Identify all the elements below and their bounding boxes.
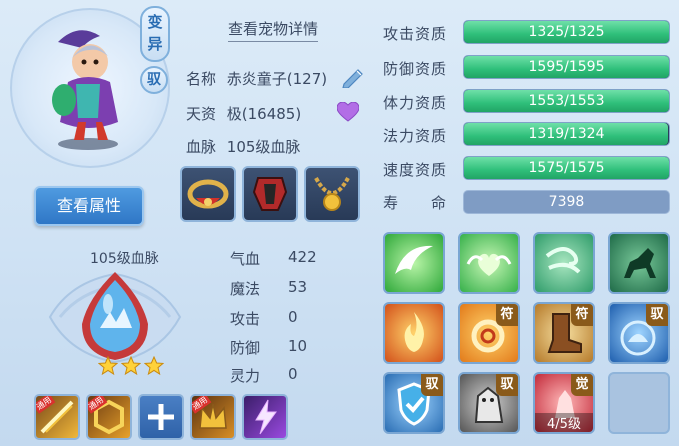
aptitude-bar-2: 1553/1553: [463, 89, 670, 113]
skill-yu-golem[interactable]: 驭: [458, 372, 520, 434]
small-skill-1[interactable]: 通用: [34, 394, 80, 440]
small-skill-4[interactable]: 通用: [190, 394, 236, 440]
tame-tag: 驭: [421, 374, 443, 396]
plus-icon: [148, 404, 174, 430]
flame-icon: [404, 312, 424, 352]
name-row: 名称 赤炎童子(127): [186, 68, 327, 89]
stat-label-2: 攻击: [230, 310, 261, 328]
skill-yu-spirit[interactable]: 驭: [608, 302, 670, 364]
collar-icon: [187, 179, 229, 209]
aptitude-label-1: 防御资质: [383, 60, 448, 78]
skill-beast[interactable]: [608, 232, 670, 294]
necklace-icon: [314, 177, 350, 211]
bloodline-stars: [97, 355, 168, 376]
awaken-tag: 觉: [571, 374, 593, 396]
aptitude-bar-4: 1575/1575: [463, 156, 670, 180]
heart-icon[interactable]: [337, 102, 359, 122]
tame-tag: 驭: [646, 304, 668, 326]
name-value: 赤炎童子(127): [226, 70, 328, 88]
aptitude-value-3: 1319/1324: [528, 126, 605, 142]
mutate-badge: 变异: [140, 6, 170, 62]
equip-slot-armor[interactable]: [242, 166, 298, 222]
skill-wing[interactable]: [383, 232, 445, 294]
rune-tag: 符: [571, 304, 593, 326]
aptitude-value-4: 1575/1575: [528, 160, 605, 176]
aptitude-value-2: 1553/1553: [528, 93, 605, 109]
small-skill-2[interactable]: 通用: [86, 394, 132, 440]
skill-level-text: 4/5级: [535, 413, 593, 432]
view-pet-details-link[interactable]: 查看宠物详情: [228, 18, 319, 42]
aptitude-label-0: 攻击资质: [383, 25, 448, 43]
bloodline-label: 血脉: [186, 138, 217, 156]
stat-label-3: 防御: [230, 339, 261, 357]
star-icon: [97, 355, 119, 376]
star-icon: [120, 355, 142, 376]
lightning-icon: [255, 399, 277, 435]
wing-icon: [395, 245, 433, 274]
view-attributes-button[interactable]: 查看属性: [34, 186, 144, 226]
skill-heart-wings[interactable]: [458, 232, 520, 294]
rename-pen-icon[interactable]: [340, 66, 366, 88]
skill-wind[interactable]: [533, 232, 595, 294]
aptitude-value-0: 1325/1325: [528, 24, 605, 40]
skill-fu-rope[interactable]: 符: [458, 302, 520, 364]
stat-label-1: 魔法: [230, 280, 261, 298]
star-icon: [143, 355, 165, 376]
tame-tag: 驭: [496, 374, 518, 396]
tame-badge: 驭: [140, 66, 168, 94]
heart-wings-icon: [466, 253, 512, 276]
skill-empty-slot[interactable]: [608, 372, 670, 434]
aptitude-value-1: 1595/1595: [528, 59, 605, 75]
aptitude-bar-1: 1595/1595: [463, 55, 670, 79]
aptitude-row: 天资 极(16485): [186, 103, 301, 124]
skill-awaken[interactable]: 觉 4/5级: [533, 372, 595, 434]
aptitude-label-3: 法力资质: [383, 127, 448, 145]
aptitude-label-4: 速度资质: [383, 161, 448, 179]
aptitude-bar-0: 1325/1325: [463, 20, 670, 44]
wind-icon: [545, 247, 581, 274]
aptitude-value: 极(16485): [226, 105, 302, 123]
aptitude-label-2: 体力资质: [383, 94, 448, 112]
name-label: 名称: [186, 70, 217, 88]
stat-value-4: 0: [288, 365, 298, 383]
skill-yu-shield[interactable]: 驭: [383, 372, 445, 434]
equip-slot-necklace[interactable]: [304, 166, 360, 222]
beast-icon: [624, 248, 656, 278]
skill-fu-boot[interactable]: 符: [533, 302, 595, 364]
aptitude-label: 天资: [186, 105, 217, 123]
armor-icon: [252, 177, 288, 211]
life-label: 寿 命: [383, 194, 448, 212]
bloodline-crystal-icon[interactable]: [70, 268, 160, 364]
rune-tag: 符: [496, 304, 518, 326]
stat-label-4: 灵力: [230, 367, 261, 385]
mutate-badge-text: 变异: [147, 13, 163, 53]
stat-value-0: 422: [288, 248, 317, 266]
stat-value-3: 10: [288, 337, 308, 355]
life-value: 7398: [463, 190, 670, 214]
equip-slot-collar[interactable]: [180, 166, 236, 222]
small-skill-5[interactable]: [242, 394, 288, 440]
skill-flame[interactable]: [383, 302, 445, 364]
aptitude-bar-3: 1319/1324: [463, 122, 670, 146]
bloodline-value: 105级血脉: [226, 138, 301, 156]
stat-value-1: 53: [288, 278, 308, 296]
add-skill-button[interactable]: [138, 394, 184, 440]
stat-value-2: 0: [288, 308, 298, 326]
pet-figure-image: [52, 30, 118, 150]
bloodline-row: 血脉 105级血脉: [186, 136, 300, 157]
stat-label-0: 气血: [230, 250, 261, 268]
